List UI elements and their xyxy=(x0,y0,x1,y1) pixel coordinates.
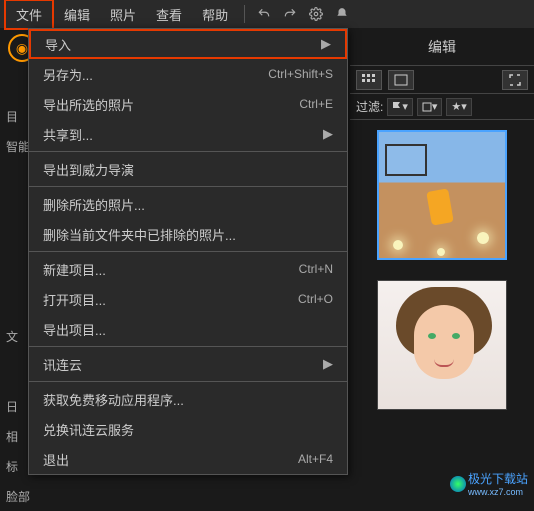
menu-item[interactable]: 导出到威力导演 xyxy=(29,154,347,184)
side-section[interactable]: 目 xyxy=(2,102,22,131)
menu-separator xyxy=(29,251,347,252)
filter-label: 过滤: xyxy=(356,98,383,115)
watermark-icon xyxy=(450,476,466,492)
menu-item-label: 另存为... xyxy=(43,65,93,84)
menu-file[interactable]: 文件 xyxy=(4,0,54,30)
menu-separator xyxy=(29,346,347,347)
menubar: 文件 编辑 照片 查看 帮助 xyxy=(0,0,534,28)
menu-item[interactable]: 导出所选的照片 Ctrl+E xyxy=(29,89,347,119)
menu-shortcut: Ctrl+Shift+S xyxy=(268,67,333,81)
side-section[interactable]: 相 xyxy=(2,422,22,451)
submenu-arrow-icon: ▶ xyxy=(323,126,333,142)
filter-row: 过滤: ▾ ▾ ★▾ xyxy=(350,94,534,120)
menu-item[interactable]: 共享到... ▶ xyxy=(29,119,347,149)
side-section[interactable]: 脸部 xyxy=(2,482,34,511)
redo-icon[interactable] xyxy=(279,3,301,25)
menu-item-label: 新建项目... xyxy=(43,260,106,279)
menu-item-label: 导入 xyxy=(45,35,71,54)
menu-item[interactable]: 另存为... Ctrl+Shift+S xyxy=(29,59,347,89)
menu-view[interactable]: 查看 xyxy=(146,1,192,28)
menu-item[interactable]: 退出 Alt+F4 xyxy=(29,444,347,474)
menu-item[interactable]: 导出项目... xyxy=(29,314,347,344)
thumbnail-grid xyxy=(350,120,534,420)
menu-item-label: 导出所选的照片 xyxy=(43,95,134,114)
watermark: 极光下载站 www.xz7.com xyxy=(450,470,528,497)
undo-icon[interactable] xyxy=(253,3,275,25)
menu-item[interactable]: 导入 ▶ xyxy=(29,29,347,59)
menu-item-label: 兑换讯连云服务 xyxy=(43,420,134,439)
filter-label-button[interactable]: ▾ xyxy=(417,98,443,116)
right-panel: 编辑 过滤: ▾ ▾ ★▾ xyxy=(350,28,534,503)
menu-item-label: 讯连云 xyxy=(43,355,82,374)
menu-item[interactable]: 获取免费移动应用程序... xyxy=(29,384,347,414)
fullscreen-icon[interactable] xyxy=(502,70,528,90)
menu-edit[interactable]: 编辑 xyxy=(54,1,100,28)
menu-help[interactable]: 帮助 xyxy=(192,1,238,28)
menu-item-label: 获取免费移动应用程序... xyxy=(43,390,184,409)
file-menu-dropdown: 导入 ▶ 另存为... Ctrl+Shift+S 导出所选的照片 Ctrl+E 共享到...… xyxy=(28,28,348,475)
menu-item[interactable]: 兑换讯连云服务 xyxy=(29,414,347,444)
menu-item[interactable]: 删除当前文件夹中已排除的照片... xyxy=(29,219,347,249)
watermark-text: 极光下载站 xyxy=(468,470,528,487)
gear-icon[interactable] xyxy=(305,3,327,25)
side-section[interactable]: 日 xyxy=(2,392,22,421)
thumbnail-basketball[interactable] xyxy=(377,130,507,260)
menu-shortcut: Ctrl+N xyxy=(299,262,333,276)
menu-separator xyxy=(29,186,347,187)
thumbnail-portrait[interactable] xyxy=(377,280,507,410)
single-view-icon[interactable] xyxy=(388,70,414,90)
menu-photo[interactable]: 照片 xyxy=(100,1,146,28)
menu-shortcut: Ctrl+O xyxy=(298,292,333,306)
separator xyxy=(244,5,245,23)
menu-item-label: 导出到威力导演 xyxy=(43,160,134,179)
filter-star-button[interactable]: ★▾ xyxy=(446,98,471,116)
submenu-arrow-icon: ▶ xyxy=(321,36,331,52)
grid-view-icon[interactable] xyxy=(356,70,382,90)
menu-shortcut: Alt+F4 xyxy=(298,452,333,466)
menu-item[interactable]: 新建项目... Ctrl+N xyxy=(29,254,347,284)
menu-item-label: 删除所选的照片... xyxy=(43,195,145,214)
menu-separator xyxy=(29,381,347,382)
watermark-url: www.xz7.com xyxy=(468,487,528,497)
filter-flag-button[interactable]: ▾ xyxy=(387,98,413,116)
menu-item-label: 删除当前文件夹中已排除的照片... xyxy=(43,225,236,244)
right-header: 编辑 xyxy=(350,28,534,66)
menu-item-label: 共享到... xyxy=(43,125,93,144)
menu-item[interactable]: 删除所选的照片... xyxy=(29,189,347,219)
menu-item[interactable]: 打开项目... Ctrl+O xyxy=(29,284,347,314)
menu-item-label: 退出 xyxy=(43,450,69,469)
bell-icon[interactable] xyxy=(331,3,353,25)
menu-item-label: 导出项目... xyxy=(43,320,106,339)
menu-shortcut: Ctrl+E xyxy=(299,97,333,111)
view-mode-row xyxy=(350,66,534,94)
menu-item-label: 打开项目... xyxy=(43,290,106,309)
side-section[interactable]: 文 xyxy=(2,322,22,351)
submenu-arrow-icon: ▶ xyxy=(323,356,333,372)
menu-separator xyxy=(29,151,347,152)
side-section[interactable]: 标 xyxy=(2,452,22,481)
menu-item[interactable]: 讯连云 ▶ xyxy=(29,349,347,379)
